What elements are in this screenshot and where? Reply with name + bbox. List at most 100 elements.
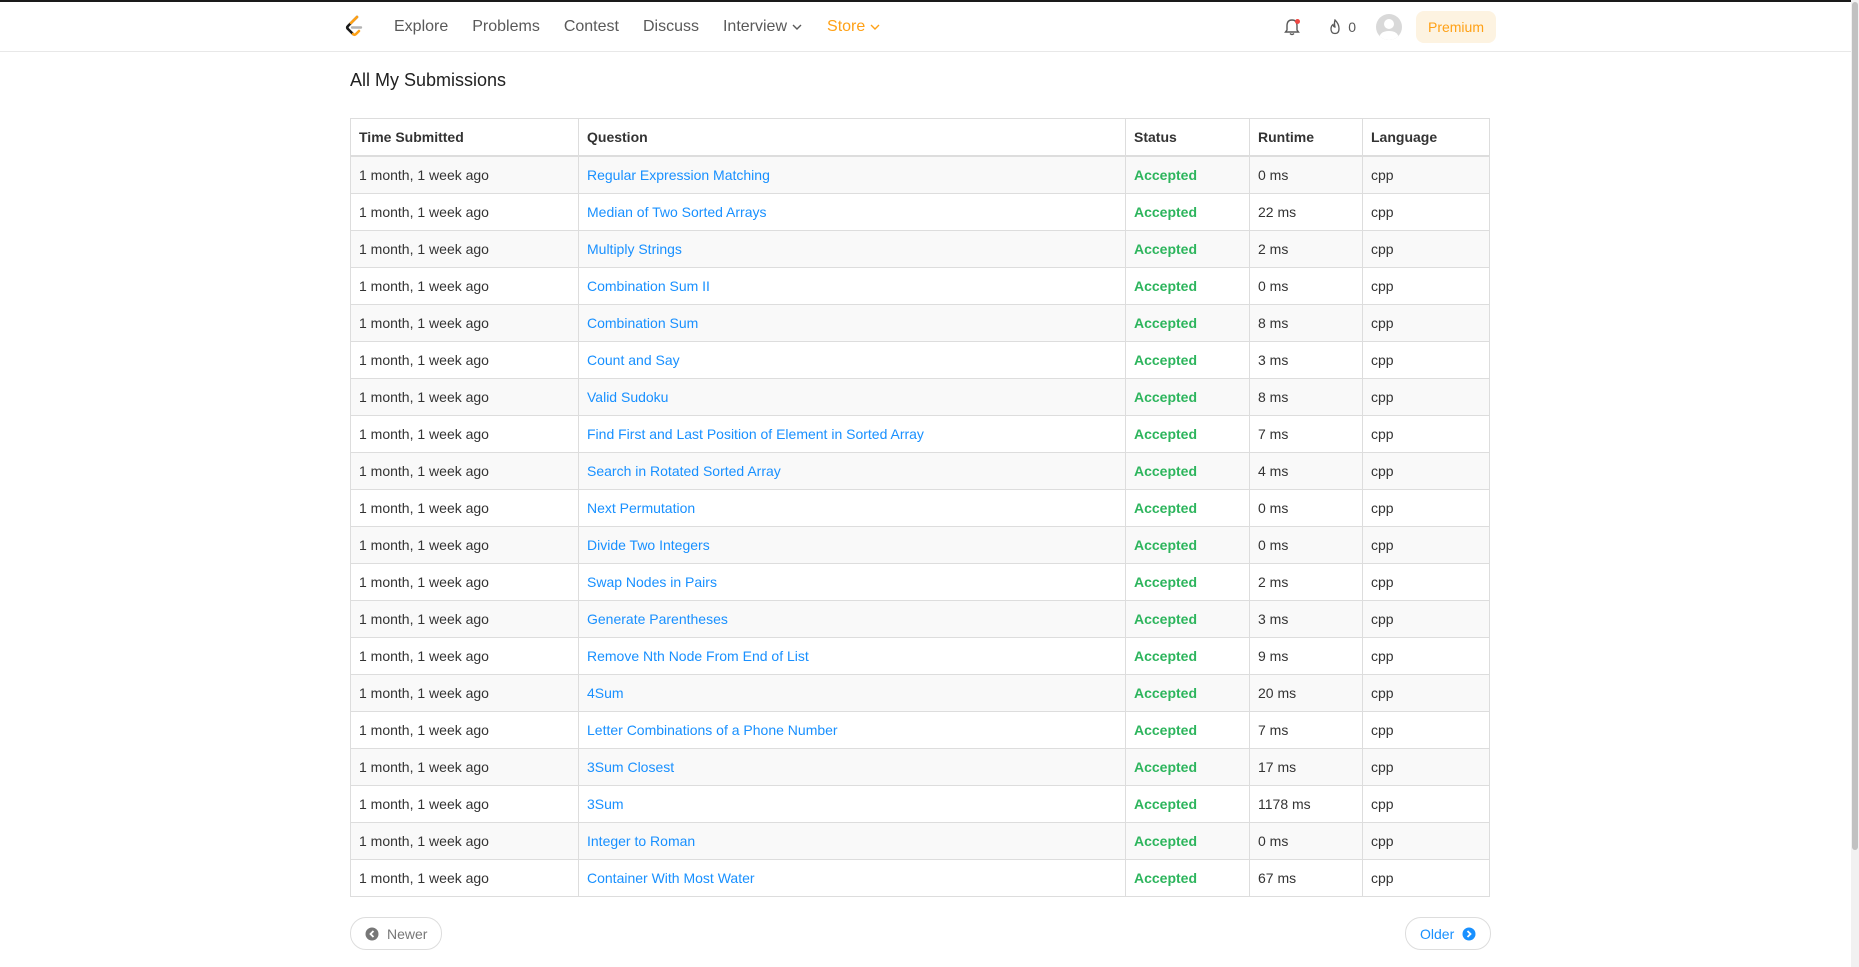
status-cell: Accepted xyxy=(1125,341,1250,379)
status-link[interactable]: Accepted xyxy=(1134,204,1197,220)
question-link[interactable]: Regular Expression Matching xyxy=(587,167,770,183)
older-button[interactable]: Older xyxy=(1405,917,1492,950)
question-cell: Combination Sum II xyxy=(578,267,1126,305)
header-time-submitted: Time Submitted xyxy=(350,118,579,157)
language-cell: cpp xyxy=(1362,304,1490,342)
status-cell: Accepted xyxy=(1125,748,1250,786)
language-cell: cpp xyxy=(1362,859,1490,897)
nav-discuss[interactable]: Discuss xyxy=(643,18,699,36)
status-link[interactable]: Accepted xyxy=(1134,352,1197,368)
question-link[interactable]: 4Sum xyxy=(587,685,624,701)
premium-button[interactable]: Premium xyxy=(1415,10,1496,43)
table-row: 1 month, 1 week ago Regular Expression Ma… xyxy=(350,155,1490,194)
submissions-table-wrap: Time Submitted Question Status Runtime L… xyxy=(350,118,1490,897)
runtime-cell: 0 ms xyxy=(1249,822,1363,860)
chevron-circle-left-icon xyxy=(365,927,387,941)
question-link[interactable]: Swap Nodes in Pairs xyxy=(587,574,717,590)
table-row: 1 month, 1 week ago Letter Combinations o… xyxy=(350,711,1490,749)
status-link[interactable]: Accepted xyxy=(1134,759,1197,775)
time-cell: 1 month, 1 week ago xyxy=(350,822,579,860)
question-link[interactable]: 3Sum xyxy=(587,796,624,812)
question-link[interactable]: Combination Sum xyxy=(587,315,698,331)
language-cell: cpp xyxy=(1362,637,1490,675)
nav-explore[interactable]: Explore xyxy=(394,18,448,36)
status-cell: Accepted xyxy=(1125,859,1250,897)
language-cell: cpp xyxy=(1362,600,1490,638)
streak-counter[interactable]: 0 xyxy=(1328,18,1356,35)
question-link[interactable]: Multiply Strings xyxy=(587,241,682,257)
time-cell: 1 month, 1 week ago xyxy=(350,415,579,453)
question-link[interactable]: Search in Rotated Sorted Array xyxy=(587,463,781,479)
submissions-table: Time Submitted Question Status Runtime L… xyxy=(350,118,1490,897)
status-link[interactable]: Accepted xyxy=(1134,426,1197,442)
nav-interview[interactable]: Interview xyxy=(723,18,803,36)
status-link[interactable]: Accepted xyxy=(1134,537,1197,553)
question-link[interactable]: Divide Two Integers xyxy=(587,537,710,553)
language-cell: cpp xyxy=(1362,378,1490,416)
time-cell: 1 month, 1 week ago xyxy=(350,489,579,527)
status-link[interactable]: Accepted xyxy=(1134,648,1197,664)
question-link[interactable]: Median of Two Sorted Arrays xyxy=(587,204,767,220)
status-cell: Accepted xyxy=(1125,378,1250,416)
status-link[interactable]: Accepted xyxy=(1134,241,1197,257)
question-cell: Divide Two Integers xyxy=(578,526,1126,564)
question-link[interactable]: Integer to Roman xyxy=(587,833,695,849)
question-cell: Next Permutation xyxy=(578,489,1126,527)
status-link[interactable]: Accepted xyxy=(1134,574,1197,590)
bell-icon[interactable] xyxy=(1282,17,1302,37)
table-row: 1 month, 1 week ago Combination Sum II Acc… xyxy=(350,267,1490,305)
time-cell: 1 month, 1 week ago xyxy=(350,711,579,749)
header-question: Question xyxy=(578,118,1126,157)
table-row: 1 month, 1 week ago Generate Parentheses A… xyxy=(350,600,1490,638)
runtime-cell: 22 ms xyxy=(1249,193,1363,231)
table-row: 1 month, 1 week ago Valid Sudoku Accepted 8… xyxy=(350,378,1490,416)
time-cell: 1 month, 1 week ago xyxy=(350,193,579,231)
question-link[interactable]: Count and Say xyxy=(587,352,680,368)
question-link[interactable]: Letter Combinations of a Phone Number xyxy=(587,722,838,738)
older-label: Older xyxy=(1420,925,1455,942)
status-link[interactable]: Accepted xyxy=(1134,278,1197,294)
runtime-cell: 17 ms xyxy=(1249,748,1363,786)
language-cell: cpp xyxy=(1362,526,1490,564)
nav-contest[interactable]: Contest xyxy=(564,18,619,36)
question-link[interactable]: Generate Parentheses xyxy=(587,611,728,627)
nav-store[interactable]: Store xyxy=(827,18,881,36)
language-cell: cpp xyxy=(1362,193,1490,231)
page-scrollbar[interactable] xyxy=(1851,0,1859,967)
navbar: Explore Problems Contest Discuss Intervi… xyxy=(0,2,1859,52)
question-cell: Letter Combinations of a Phone Number xyxy=(578,711,1126,749)
table-row: 1 month, 1 week ago Container With Most W… xyxy=(350,859,1490,897)
status-link[interactable]: Accepted xyxy=(1134,611,1197,627)
status-link[interactable]: Accepted xyxy=(1134,389,1197,405)
question-link[interactable]: Find First and Last Position of Element … xyxy=(587,426,924,442)
question-cell: Find First and Last Position of Element … xyxy=(578,415,1126,453)
language-cell: cpp xyxy=(1362,341,1490,379)
question-cell: Container With Most Water xyxy=(578,859,1126,897)
question-link[interactable]: Next Permutation xyxy=(587,500,695,516)
status-link[interactable]: Accepted xyxy=(1134,833,1197,849)
status-link[interactable]: Accepted xyxy=(1134,315,1197,331)
time-cell: 1 month, 1 week ago xyxy=(350,452,579,490)
status-cell: Accepted xyxy=(1125,526,1250,564)
status-link[interactable]: Accepted xyxy=(1134,167,1197,183)
question-cell: Valid Sudoku xyxy=(578,378,1126,416)
question-link[interactable]: 3Sum Closest xyxy=(587,759,674,775)
leetcode-logo-icon[interactable] xyxy=(342,14,368,40)
language-cell: cpp xyxy=(1362,822,1490,860)
status-link[interactable]: Accepted xyxy=(1134,722,1197,738)
question-link[interactable]: Valid Sudoku xyxy=(587,389,668,405)
question-link[interactable]: Remove Nth Node From End of List xyxy=(587,648,809,664)
runtime-cell: 0 ms xyxy=(1249,267,1363,305)
status-cell: Accepted xyxy=(1125,452,1250,490)
status-link[interactable]: Accepted xyxy=(1134,796,1197,812)
status-link[interactable]: Accepted xyxy=(1134,500,1197,516)
newer-button[interactable]: Newer xyxy=(350,917,443,950)
scrollbar-thumb[interactable] xyxy=(1852,2,1858,850)
question-link[interactable]: Container With Most Water xyxy=(587,870,755,886)
status-link[interactable]: Accepted xyxy=(1134,870,1197,886)
question-link[interactable]: Combination Sum II xyxy=(587,278,710,294)
status-link[interactable]: Accepted xyxy=(1134,685,1197,701)
nav-problems[interactable]: Problems xyxy=(472,18,540,36)
status-link[interactable]: Accepted xyxy=(1134,463,1197,479)
avatar[interactable] xyxy=(1375,13,1402,40)
